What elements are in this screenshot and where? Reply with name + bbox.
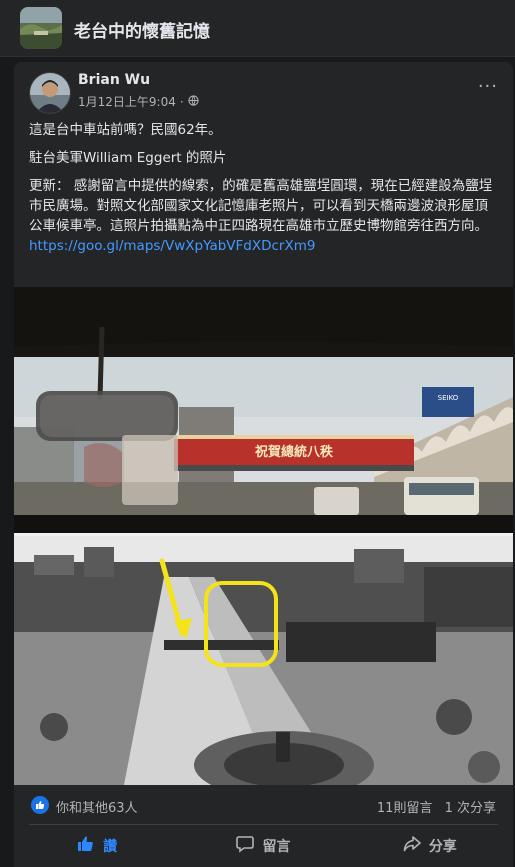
share-button[interactable]: 分享 (347, 828, 513, 864)
author-name[interactable]: Brian Wu (78, 72, 150, 88)
actions-divider (29, 824, 498, 825)
shares-count[interactable]: 1 次分享 (445, 801, 496, 816)
group-name[interactable]: 老台中的懷舊記憶 (74, 17, 210, 42)
like-button[interactable]: 讚 (14, 828, 180, 864)
photo-banner-text: 祝賀總統八秩 (255, 444, 333, 460)
post-actions: 讚 留言 分享 (14, 828, 513, 864)
group-cover-thumbnail[interactable] (20, 7, 62, 49)
post-paragraph-3: 更新： 感謝留言中提供的線索，的確是舊高雄鹽埕圓環，現在已經建設為鹽埕市民廣場。… (29, 178, 493, 254)
comments-count[interactable]: 11則留言 (377, 801, 433, 816)
group-header: 老台中的懷舊記憶 (0, 0, 515, 57)
globe-icon (188, 94, 199, 109)
like-label: 讚 (103, 839, 118, 855)
share-icon (403, 835, 421, 857)
more-options-button[interactable]: ··· (478, 76, 498, 97)
thumbs-up-icon (77, 835, 95, 857)
comment-icon (236, 835, 255, 857)
author-avatar[interactable] (29, 72, 71, 114)
meta-separator: · (179, 94, 184, 109)
post-timestamp[interactable]: 1月12日上午9:04 (78, 93, 176, 110)
post-paragraph-2: 駐台美軍William Eggert 的照片 (29, 150, 227, 166)
post-paragraph-1: 這是台中車站前嗎？民國62年。 (29, 122, 222, 138)
reaction-stats: 你和其他63人 11則留言 1 次分享 (14, 788, 513, 822)
like-reaction-icon[interactable] (31, 796, 49, 814)
comment-share-counts: 11則留言 1 次分享 (377, 797, 496, 816)
post-map-link[interactable]: https://goo.gl/maps/VwXpYabVFdXDcrXm9 (29, 238, 315, 254)
comment-button[interactable]: 留言 (180, 828, 346, 864)
post-text: 這是台中車站前嗎？民國62年。 駐台美軍William Eggert 的照片 更… (29, 120, 499, 256)
share-label: 分享 (428, 839, 457, 855)
post-meta: 1月12日上午9:04 · (78, 93, 199, 110)
likes-count[interactable]: 你和其他63人 (56, 797, 138, 816)
photo-sign-text: SEIKO (438, 394, 459, 402)
post-card: Brian Wu 1月12日上午9:04 · ··· 這是台中車站前嗎？民國62… (14, 62, 513, 867)
post-photo[interactable]: SEIKO 祝賀總統八秩 (14, 287, 513, 799)
comment-label: 留言 (262, 839, 291, 855)
